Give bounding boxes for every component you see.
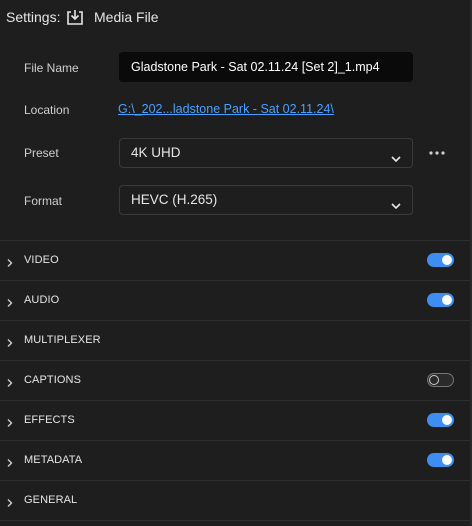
chevron-right-icon[interactable] bbox=[5, 495, 15, 507]
section-label: EFFECTS bbox=[24, 414, 75, 426]
section-general[interactable]: GENERAL bbox=[0, 481, 472, 521]
preset-label: Preset bbox=[24, 146, 59, 160]
format-label: Format bbox=[24, 194, 63, 208]
file-name-input[interactable]: Gladstone Park - Sat 02.11.24 [Set 2]_1.… bbox=[119, 52, 413, 82]
section-audio[interactable]: AUDIO bbox=[0, 281, 472, 321]
chevron-right-icon[interactable] bbox=[5, 375, 15, 387]
effects-toggle[interactable] bbox=[427, 413, 454, 427]
section-effects[interactable]: EFFECTS bbox=[0, 401, 472, 441]
chevron-right-icon[interactable] bbox=[5, 335, 15, 347]
metadata-toggle[interactable] bbox=[427, 453, 454, 467]
preset-value: 4K UHD bbox=[131, 145, 181, 160]
chevron-right-icon[interactable] bbox=[5, 255, 15, 267]
audio-toggle[interactable] bbox=[427, 293, 454, 307]
section-label: AUDIO bbox=[24, 294, 60, 306]
preset-select[interactable]: 4K UHD bbox=[119, 138, 413, 168]
toggle-knob bbox=[442, 415, 452, 425]
format-value: HEVC (H.265) bbox=[131, 192, 218, 207]
toggle-knob bbox=[442, 295, 452, 305]
chevron-right-icon[interactable] bbox=[5, 295, 15, 307]
export-icon[interactable] bbox=[66, 8, 84, 26]
panel-header: Settings: Media File bbox=[0, 0, 472, 36]
toggle-knob bbox=[442, 255, 452, 265]
section-label: GENERAL bbox=[24, 494, 78, 506]
more-options-icon[interactable] bbox=[428, 144, 446, 162]
section-multiplexer[interactable]: MULTIPLEXER bbox=[0, 321, 472, 361]
chevron-right-icon[interactable] bbox=[5, 415, 15, 427]
section-video[interactable]: VIDEO bbox=[0, 241, 472, 281]
location-label: Location bbox=[24, 103, 70, 117]
toggle-knob bbox=[442, 455, 452, 465]
location-link[interactable]: G:\_202...ladstone Park - Sat 02.11.24\ bbox=[118, 102, 334, 116]
section-metadata[interactable]: METADATA bbox=[0, 441, 472, 481]
chevron-right-icon[interactable] bbox=[5, 455, 15, 467]
media-file-title: Media File bbox=[94, 9, 159, 25]
chevron-down-icon bbox=[390, 147, 402, 163]
section-label: VIDEO bbox=[24, 254, 59, 266]
video-toggle[interactable] bbox=[427, 253, 454, 267]
section-label: METADATA bbox=[24, 454, 83, 466]
toggle-knob bbox=[429, 375, 439, 385]
section-label: MULTIPLEXER bbox=[24, 334, 101, 346]
section-captions[interactable]: CAPTIONS bbox=[0, 361, 472, 401]
captions-toggle[interactable] bbox=[427, 373, 454, 387]
settings-label: Settings: bbox=[6, 9, 61, 25]
file-name-label: File Name bbox=[24, 61, 79, 75]
format-select[interactable]: HEVC (H.265) bbox=[119, 185, 413, 215]
chevron-down-icon bbox=[390, 194, 402, 210]
section-label: CAPTIONS bbox=[24, 374, 82, 386]
